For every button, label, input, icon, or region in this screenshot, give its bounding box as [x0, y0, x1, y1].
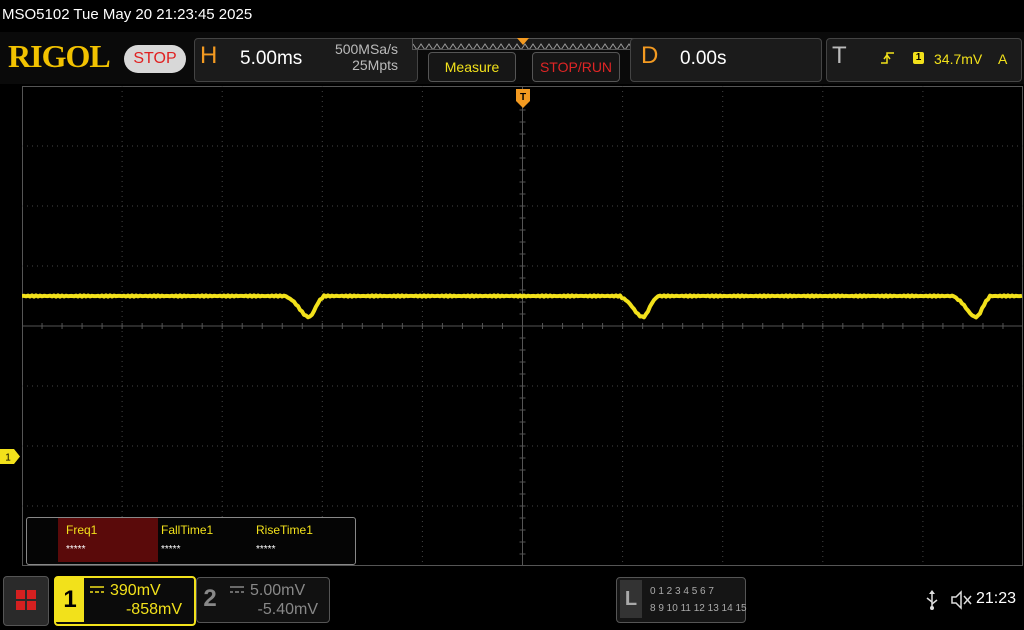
run-state-badge[interactable]: STOP — [124, 45, 186, 73]
stop-run-button[interactable]: STOP/RUN — [532, 52, 620, 82]
svg-text:T: T — [520, 92, 526, 103]
horizontal-label: H — [200, 42, 218, 69]
logic-analyzer-label: L — [620, 580, 642, 618]
logic-channels-row1: 0 1 2 3 4 5 6 7 — [650, 586, 714, 597]
logic-channels-row2: 8 9 10 11 12 13 14 15 — [650, 603, 747, 614]
channel1-marker-label: 1 — [5, 453, 11, 464]
usb-icon — [926, 590, 938, 610]
title-text: MSO5102 Tue May 20 21:23:45 2025 — [2, 6, 253, 23]
channel1-number: 1 — [56, 578, 84, 622]
delay-label: D — [641, 42, 659, 69]
delay-value: 0.00s — [680, 48, 727, 69]
trigger-label: T — [832, 42, 847, 69]
measurement-name: FallTime1 — [161, 523, 214, 537]
measurement-name: Freq1 — [66, 523, 98, 537]
measurement-name: RiseTime1 — [256, 523, 313, 537]
dc-coupling-icon — [90, 586, 104, 593]
sample-rate: 500MSa/s — [334, 41, 398, 57]
channel2-offset: -5.40mV — [257, 601, 318, 618]
dc-coupling-icon — [230, 586, 244, 593]
channel1-offset: -858mV — [125, 601, 182, 618]
trigger-panel[interactable] — [826, 38, 1022, 82]
rising-edge-icon — [881, 52, 894, 64]
measure-button[interactable]: Measure — [428, 52, 516, 82]
channel1-offset-marker[interactable]: 1 — [0, 449, 20, 464]
measurement-value: ***** — [256, 544, 276, 555]
trigger-mode: A — [998, 51, 1008, 67]
home-menu-button[interactable] — [3, 576, 49, 626]
sample-info: 500MSa/s 25Mpts — [300, 41, 398, 73]
speaker-muted-icon[interactable] — [950, 590, 972, 610]
rigol-logo: RIGOL — [8, 38, 111, 74]
measurement-value: ***** — [66, 544, 86, 555]
trigger-position-marker-icon — [517, 38, 529, 45]
trigger-source-badge: 1 — [913, 52, 924, 64]
channel2-scale: 5.00mV — [250, 582, 306, 599]
channel1-scale: 390mV — [110, 582, 161, 599]
measurement-value: ***** — [161, 544, 181, 555]
timebase-value: 5.00ms — [240, 48, 303, 69]
graticule — [22, 86, 1023, 566]
title-bar: MSO5102 Tue May 20 21:23:45 2025 — [0, 0, 1024, 32]
trigger-level: 34.7mV — [934, 51, 983, 67]
trigger-time-marker-icon: T — [516, 89, 530, 108]
waveform-display[interactable] — [22, 86, 1023, 566]
memory-depth: 25Mpts — [352, 57, 398, 73]
channel2-number: 2 — [203, 585, 217, 612]
clock: 21:23 — [976, 590, 1017, 607]
home-menu-icon — [16, 590, 36, 610]
